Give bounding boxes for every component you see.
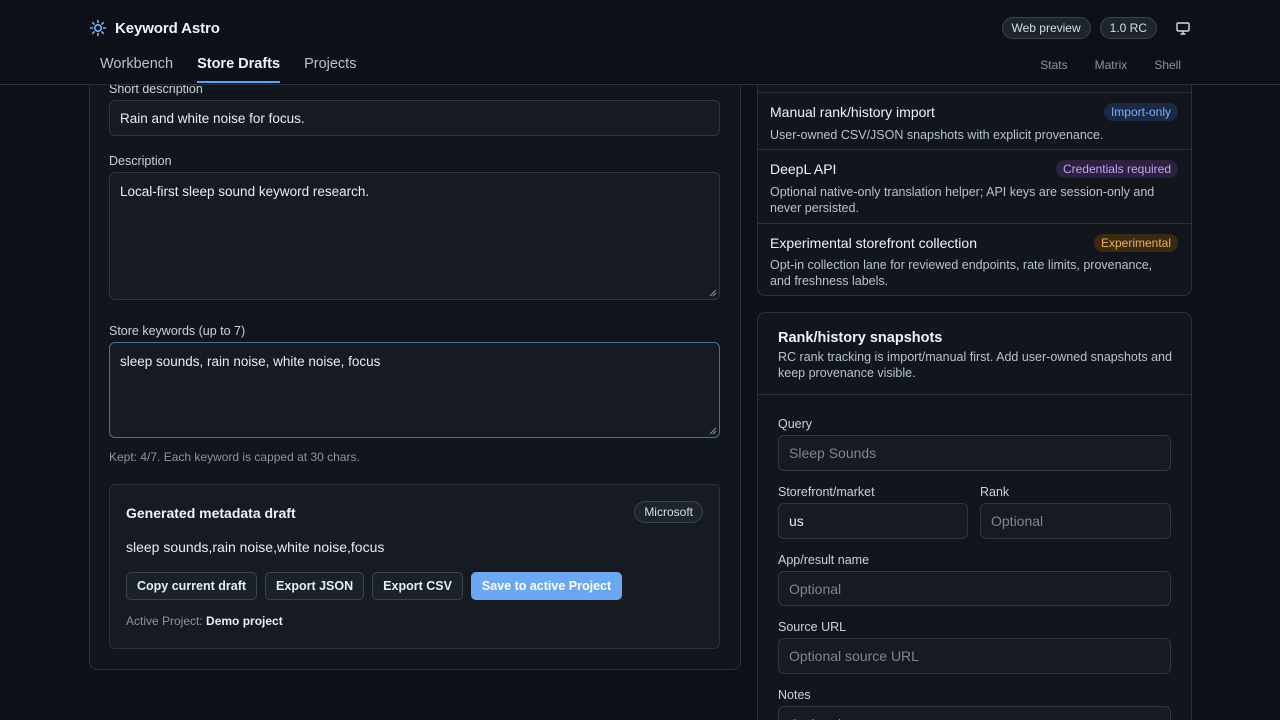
main-tabs: Workbench Store Drafts Projects <box>100 56 356 83</box>
resize-grip-icon[interactable] <box>709 427 717 435</box>
store-badge: Microsoft <box>634 501 703 523</box>
app-page: Short description Rain and white noise f… <box>0 0 1280 720</box>
header-badges: Web preview 1.0 RC <box>1001 17 1195 39</box>
app-name-label: App/result name <box>778 553 870 567</box>
source-desc: Opt-in collection lane for reviewed endp… <box>770 258 1153 288</box>
query-label: Query <box>778 417 813 431</box>
source-url-label: Source URL <box>778 620 847 634</box>
query-input[interactable] <box>778 435 1171 471</box>
rank-label: Rank <box>980 485 1010 499</box>
source-url-input[interactable] <box>778 638 1171 674</box>
rank-panel-title: Rank/history snapshots <box>778 330 943 346</box>
tab-store-drafts[interactable]: Store Drafts <box>197 56 281 83</box>
status-badge: Experimental <box>1093 234 1178 252</box>
store-keywords-value: sleep sounds, rain noise, white noise, f… <box>120 354 381 369</box>
description-label: Description <box>109 154 172 168</box>
tab-stats[interactable]: Stats <box>1040 58 1067 72</box>
save-to-project-button[interactable]: Save to active Project <box>470 572 623 600</box>
divider <box>758 394 1191 395</box>
notes-input[interactable] <box>778 706 1171 720</box>
source-desc: User-owned CSV/JSON snapshots with expli… <box>770 128 1104 142</box>
draft-actions: Copy current draft Export JSON Export CS… <box>126 572 623 600</box>
source-row-deepl: DeepL API Credentials required Optional … <box>758 149 1191 223</box>
status-badge: Import-only <box>1103 103 1178 121</box>
tab-shell[interactable]: Shell <box>1154 58 1181 72</box>
brand[interactable]: Keyword Astro <box>89 19 220 37</box>
active-project-label: Active Project: <box>126 614 203 628</box>
active-project-name[interactable]: Demo project <box>206 614 283 628</box>
secondary-tabs: Stats Matrix Shell <box>1040 58 1181 72</box>
store-keywords-textarea[interactable]: sleep sounds, rain noise, white noise, f… <box>109 342 720 438</box>
tab-projects[interactable]: Projects <box>304 56 356 82</box>
source-row-experimental: Experimental storefront collection Exper… <box>758 223 1191 295</box>
source-row-manual-import: Manual rank/history import Import-only U… <box>758 92 1191 149</box>
resize-grip-icon[interactable] <box>709 289 717 297</box>
metadata-draft-card: Generated metadata draft Microsoft sleep… <box>109 484 720 649</box>
source-desc: Optional native-only translation helper;… <box>770 185 1155 215</box>
rank-input[interactable] <box>980 503 1171 539</box>
web-preview-badge: Web preview <box>1001 17 1091 39</box>
draft-title: Generated metadata draft <box>126 505 296 521</box>
draft-keywords: sleep sounds,rain noise,white noise,focu… <box>126 539 385 555</box>
copy-draft-button[interactable]: Copy current draft <box>126 572 258 600</box>
store-keywords-label: Store keywords (up to 7) <box>109 324 246 338</box>
app-title: Keyword Astro <box>115 19 220 37</box>
keywords-hint: Kept: 4/7. Each keyword is capped at 30 … <box>109 450 360 464</box>
notes-label: Notes <box>778 688 811 702</box>
source-name: Manual rank/history import <box>770 104 935 120</box>
export-csv-button[interactable]: Export CSV <box>372 572 463 600</box>
export-json-button[interactable]: Export JSON <box>265 572 365 600</box>
app-header: Keyword Astro Web preview 1.0 RC Workben… <box>0 0 1280 85</box>
tab-matrix[interactable]: Matrix <box>1095 58 1128 72</box>
monitor-icon[interactable] <box>1172 17 1194 39</box>
storefront-input[interactable] <box>778 503 968 539</box>
version-badge: 1.0 RC <box>1099 17 1157 39</box>
active-project: Active Project: Demo project <box>126 614 283 628</box>
status-badge: Credentials required <box>1055 160 1178 178</box>
description-textarea[interactable]: Local-first sleep sound keyword research… <box>109 172 720 300</box>
sun-icon <box>89 19 107 37</box>
source-name: DeepL API <box>770 161 837 177</box>
app-name-input[interactable] <box>778 571 1171 606</box>
tab-workbench[interactable]: Workbench <box>100 56 173 82</box>
short-description-input[interactable]: Rain and white noise for focus. <box>109 100 720 136</box>
rank-history-panel: Rank/history snapshots RC rank tracking … <box>757 312 1192 720</box>
source-name: Experimental storefront collection <box>770 235 977 251</box>
short-description-value: Rain and white noise for focus. <box>120 110 305 126</box>
description-value: Local-first sleep sound keyword research… <box>120 184 370 199</box>
rank-panel-desc: RC rank tracking is import/manual first.… <box>778 350 1172 380</box>
storefront-label: Storefront/market <box>778 485 875 499</box>
